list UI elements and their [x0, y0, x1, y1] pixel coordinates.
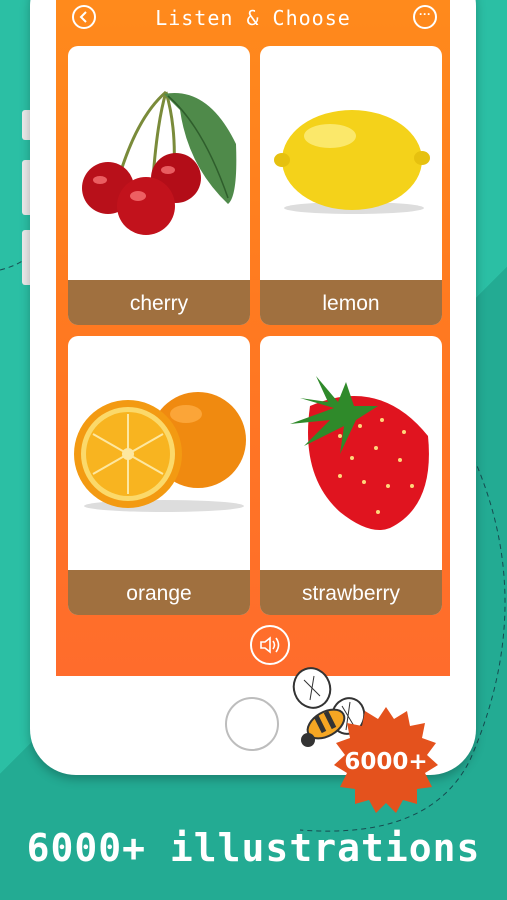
- answer-card-lemon[interactable]: lemon: [260, 46, 442, 325]
- title-bar: Listen & Choose ···: [56, 0, 450, 38]
- card-label: cherry: [68, 278, 250, 325]
- answer-card-orange[interactable]: orange: [68, 336, 250, 615]
- card-label: lemon: [260, 278, 442, 325]
- phone-mute-switch: [22, 110, 30, 140]
- lemon-image: [274, 110, 430, 214]
- answer-card-cherry[interactable]: cherry: [68, 46, 250, 325]
- badge-text: 6000+: [344, 749, 428, 775]
- more-options-icon[interactable]: ···: [413, 5, 437, 29]
- cherry-image: [82, 90, 237, 235]
- phone-volume-down: [22, 230, 30, 285]
- speaker-icon: [260, 636, 280, 654]
- orange-image: [74, 392, 246, 512]
- card-label: strawberry: [260, 568, 442, 615]
- play-audio-button[interactable]: [250, 625, 290, 665]
- strawberry-image: [290, 376, 429, 530]
- promo-caption: 6000+ illustrations: [26, 826, 481, 870]
- answer-card-strawberry[interactable]: strawberry: [260, 336, 442, 615]
- page-title: Listen & Choose: [155, 6, 351, 30]
- phone-home-button[interactable]: [225, 697, 279, 751]
- card-label: orange: [68, 568, 250, 615]
- app-screen: Listen & Choose ··· cherry lemon orange …: [56, 0, 450, 676]
- phone-volume-up: [22, 160, 30, 215]
